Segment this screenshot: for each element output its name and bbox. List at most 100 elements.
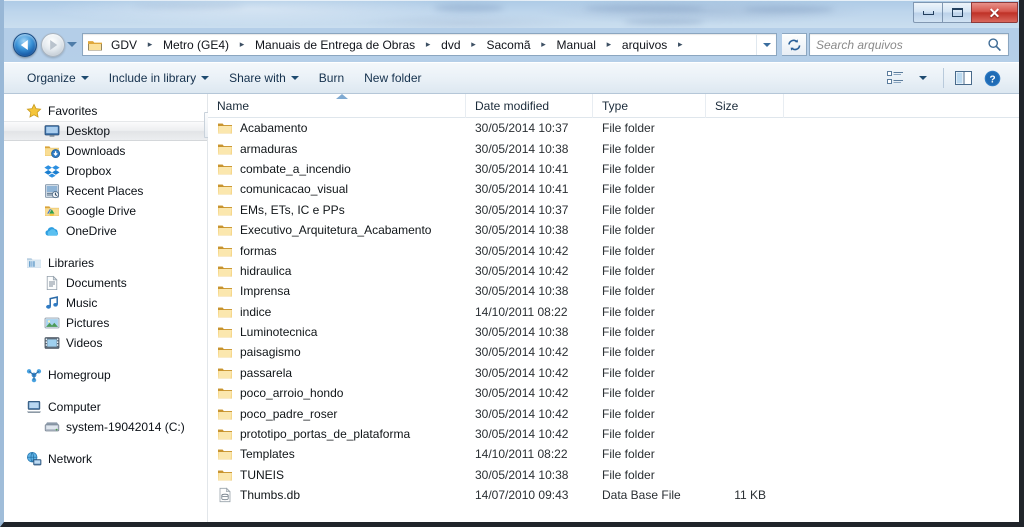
table-row[interactable]: Templates 14/10/2011 08:22 File folder [208,444,1019,464]
file-name-cell[interactable]: Acabamento [208,118,466,138]
dropbox-icon [44,165,60,178]
navigation-pane[interactable]: Favorites Desktop Downloads Dropbox Recent P… [4,94,207,522]
nav-group-favorites[interactable]: Favorites [4,101,207,121]
sidebar-item-videos[interactable]: Videos [4,333,207,353]
file-name-cell[interactable]: formas [208,241,466,261]
command-button-burn[interactable]: Burn [310,66,353,90]
table-row[interactable]: indice 14/10/2011 08:22 File folder [208,302,1019,322]
breadcrumb-item-metro-ge4[interactable]: Metro (GE4) [157,34,235,55]
table-row[interactable]: poco_padre_roser 30/05/2014 10:42 File fol… [208,403,1019,423]
sidebar-item-recent-places[interactable]: Recent Places [4,181,207,201]
sidebar-item-system-19042014-c[interactable]: system-19042014 (C:) [4,417,207,437]
table-row[interactable]: TUNEIS 30/05/2014 10:38 File folder [208,465,1019,485]
file-list-pane[interactable]: Name Date modified Type Size Acabamento 3… [208,94,1019,522]
file-name-cell[interactable]: passarela [208,363,466,383]
title-bar[interactable]: ✕ [4,0,1019,28]
sidebar-item-desktop[interactable]: Desktop [4,121,207,141]
breadcrumb-separator-icon[interactable]: ▸ [421,39,435,50]
file-name-cell[interactable]: indice [208,302,466,322]
table-row[interactable]: Luminotecnica 30/05/2014 10:38 File folder [208,322,1019,342]
address-bar[interactable]: GDV ▸ Metro (GE4) ▸ Manuais de Entrega de Ob… [82,33,777,56]
table-row[interactable]: prototipo_portas_de_plataforma 30/05/2014… [208,424,1019,444]
breadcrumb-separator-icon[interactable]: ▸ [673,39,687,50]
file-name-cell[interactable]: Luminotecnica [208,322,466,342]
nav-group-computer[interactable]: Computer [4,397,207,417]
sidebar-item-pictures[interactable]: Pictures [4,313,207,333]
table-row[interactable]: formas 30/05/2014 10:42 File folder [208,240,1019,260]
minimize-button[interactable] [913,2,942,23]
address-history-dropdown[interactable] [756,34,776,55]
file-name-cell[interactable]: poco_arroio_hondo [208,383,466,403]
sidebar-item-downloads[interactable]: Downloads [4,141,207,161]
breadcrumb-item-arquivos[interactable]: arquivos [616,34,673,55]
column-header-size[interactable]: Size [706,94,784,118]
file-name-cell[interactable]: Thumbs.db [208,485,466,505]
sidebar-item-dropbox[interactable]: Dropbox [4,161,207,181]
breadcrumb-item-gdv[interactable]: GDV [105,34,143,55]
forward-button[interactable] [41,33,65,57]
address-bar-row: GDV ▸ Metro (GE4) ▸ Manuais de Entrega de Ob… [4,28,1019,62]
file-name-cell[interactable]: poco_padre_roser [208,404,466,424]
file-name-cell[interactable]: Imprensa [208,281,466,301]
file-name-cell[interactable]: hidraulica [208,261,466,281]
breadcrumb-separator-icon[interactable]: ▸ [467,39,481,50]
breadcrumb-item-sacom[interactable]: Sacomã [481,34,537,55]
table-row[interactable]: Imprensa 30/05/2014 10:38 File folder [208,281,1019,301]
breadcrumb-separator-icon[interactable]: ▸ [537,39,551,50]
sidebar-item-google-drive[interactable]: Google Drive [4,201,207,221]
table-row[interactable]: poco_arroio_hondo 30/05/2014 10:42 File fo… [208,383,1019,403]
refresh-button[interactable] [782,33,807,56]
command-button-share-with[interactable]: Share with [220,66,308,90]
table-row[interactable]: armaduras 30/05/2014 10:38 File folder [208,138,1019,158]
downloads-icon [45,146,60,159]
file-name-cell[interactable]: Executivo_Arquitetura_Acabamento [208,220,466,240]
sidebar-item-documents[interactable]: Documents [4,273,207,293]
table-row[interactable]: passarela 30/05/2014 10:42 File folder [208,363,1019,383]
maximize-button[interactable] [942,2,971,23]
back-button[interactable] [13,33,37,57]
table-row[interactable]: Acabamento 30/05/2014 10:37 File folder [208,118,1019,138]
file-name-cell[interactable]: paisagismo [208,342,466,362]
command-button-organize[interactable]: Organize [18,66,98,90]
breadcrumb-item-manual[interactable]: Manual [551,34,602,55]
command-button-new-folder[interactable]: New folder [355,66,430,90]
preview-pane-button[interactable] [951,66,977,90]
file-name-cell[interactable]: prototipo_portas_de_plataforma [208,424,466,444]
table-row[interactable]: EMs, ETs, IC e PPs 30/05/2014 10:37 File f… [208,200,1019,220]
breadcrumb-item-manuais-de-entrega-de-obras[interactable]: Manuais de Entrega de Obras [249,34,421,55]
file-name-cell[interactable]: EMs, ETs, IC e PPs [208,200,466,220]
file-name-cell[interactable]: combate_a_incendio [208,159,466,179]
sidebar-item-onedrive[interactable]: OneDrive [4,221,207,241]
change-view-button[interactable] [882,66,908,90]
column-headers[interactable]: Name Date modified Type Size [208,94,1019,118]
help-button[interactable]: ? [979,66,1005,90]
table-row[interactable]: Executivo_Arquitetura_Acabamento 30/05/20… [208,220,1019,240]
search-box[interactable]: Search arquivos [809,33,1009,56]
command-button-include-in-library[interactable]: Include in library [100,66,218,90]
breadcrumb-separator-icon[interactable]: ▸ [602,39,616,50]
file-name-cell[interactable]: armaduras [208,139,466,159]
nav-group-libraries[interactable]: Libraries [4,253,207,273]
table-row[interactable]: Thumbs.db 14/07/2010 09:43 Data Base File 1… [208,485,1019,505]
recent-pages-chevron-icon[interactable] [67,42,77,47]
table-row[interactable]: comunicacao_visual 30/05/2014 10:41 File f… [208,179,1019,199]
close-button[interactable]: ✕ [971,2,1018,23]
column-header-type[interactable]: Type [593,94,706,118]
file-name-cell[interactable]: TUNEIS [208,465,466,485]
search-input[interactable]: Search arquivos [816,38,987,52]
breadcrumb-item-dvd[interactable]: dvd [435,34,466,55]
file-name-cell[interactable]: comunicacao_visual [208,179,466,199]
nav-group-homegroup[interactable]: Homegroup [4,365,207,385]
sidebar-item-music[interactable]: Music [4,293,207,313]
column-header-date[interactable]: Date modified [466,94,593,118]
table-row[interactable]: hidraulica 30/05/2014 10:42 File folder [208,261,1019,281]
breadcrumb-separator-icon[interactable]: ▸ [143,39,157,50]
table-row[interactable]: paisagismo 30/05/2014 10:42 File folder [208,342,1019,362]
nav-group-network[interactable]: Network [4,449,207,469]
downloads-icon [44,143,60,159]
breadcrumb-separator-icon[interactable]: ▸ [235,39,249,50]
change-view-caret[interactable] [910,66,936,90]
table-row[interactable]: combate_a_incendio 30/05/2014 10:41 File f… [208,159,1019,179]
file-type-cell: File folder [602,345,655,360]
file-name-cell[interactable]: Templates [208,444,466,464]
